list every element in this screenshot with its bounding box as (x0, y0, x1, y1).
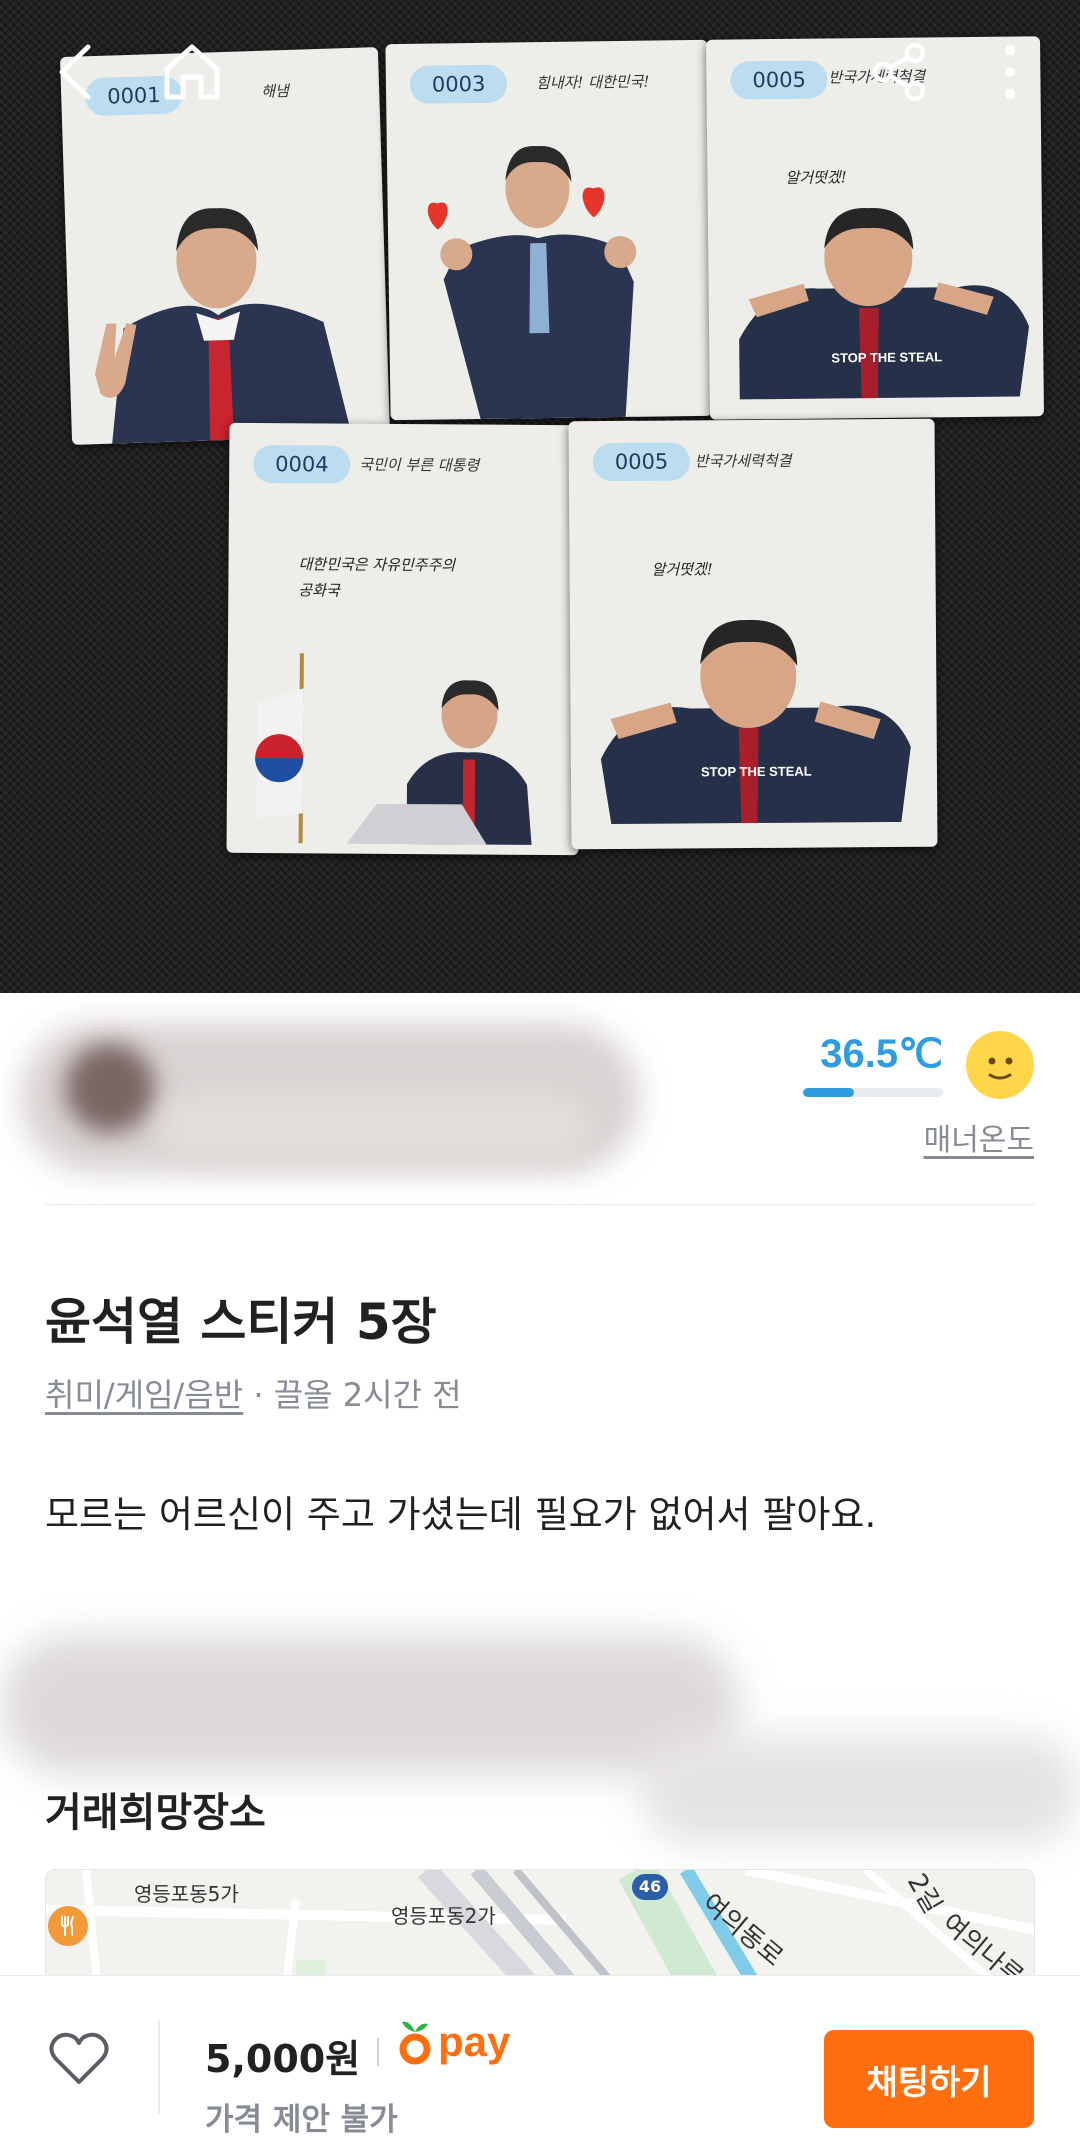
seller-profile[interactable]: 36.5℃ 매너온도 (0, 993, 1080, 1205)
sticker-code: 0005 (592, 442, 691, 482)
restaurant-icon (48, 1906, 88, 1946)
product-meta: 취미/게임/음반 · 끌올 2시간 전 (45, 1370, 462, 1416)
heart-icon (49, 2032, 109, 2084)
posted-time: · 끌올 2시간 전 (243, 1376, 462, 1414)
product-description: 모르는 어르신이 주고 가셨는데 필요가 없어서 팔아요. (45, 1493, 877, 1536)
like-button[interactable] (42, 2021, 116, 2095)
more-vertical-icon (1005, 45, 1015, 99)
category-link[interactable]: 취미/게임/음반 (45, 1376, 243, 1414)
home-icon (164, 44, 220, 100)
bottom-action-bar: 5,000원 pay 가격 제안 불가 채팅하기 (0, 1975, 1080, 2146)
manner-temperature-bar (803, 1088, 943, 1097)
sticker-code: 0003 (409, 64, 508, 104)
sticker-caption: 힘내자! 대한민국! (535, 72, 650, 93)
price: 5,000원 (205, 2037, 361, 2081)
sticker-slogan: STOP THE STEAL (831, 349, 943, 366)
route-badge: 46 (632, 1874, 668, 1900)
chevron-left-icon (59, 44, 91, 100)
pay-badge: pay (398, 2018, 510, 2066)
sticker-code: 0004 (253, 444, 351, 484)
manner-temperature-value: 36.5℃ (820, 1032, 943, 1076)
manner-temperature-fill (803, 1088, 855, 1097)
back-button[interactable] (40, 36, 112, 108)
home-button[interactable] (156, 36, 228, 108)
blurred-content (0, 1635, 740, 1775)
person-figure-icon (739, 208, 1030, 400)
sticker-quote: 알거떳겠! (785, 168, 847, 187)
blurred-content (640, 1735, 1080, 1845)
divider (377, 2038, 379, 2066)
blurred-seller-location (160, 1093, 590, 1163)
pay-label: pay (438, 2018, 511, 2065)
person-figure-icon (94, 208, 353, 444)
product-photo[interactable]: 0001 해냄 0003 힘내자! 대한민국! 0005 반국가세력척결 알거떳… (0, 0, 1080, 993)
divider (45, 1204, 1035, 1205)
person-figure-icon (255, 653, 532, 845)
divider (158, 2020, 160, 2115)
sticker-card: 0004 국민이 부른 대통령 대한민국은 자유민주주의 공화국 (226, 422, 582, 856)
negotiation-status: 가격 제안 불가 (205, 2102, 398, 2138)
product-title: 윤석열 스티커 5장 (45, 1293, 437, 1351)
manner-temperature-link[interactable]: 매너온도 (924, 1115, 1034, 1159)
sticker-quote: 알거떳겠! (651, 560, 713, 579)
sticker-slogan: STOP THE STEAL (700, 763, 812, 780)
chat-button[interactable]: 채팅하기 (824, 2030, 1034, 2128)
share-icon (872, 42, 926, 102)
person-figure-icon (427, 146, 637, 419)
sticker-card: 0005 반국가세력척결 알거떳겠! STOP THE STEAL (568, 418, 938, 850)
sticker-card: 0003 힘내자! 대한민국! (385, 39, 713, 421)
more-button[interactable] (982, 36, 1038, 108)
smile-face-icon (966, 1031, 1034, 1099)
person-figure-icon (600, 620, 911, 824)
sticker-quote: 대한민국은 자유민주주의 공화국 (298, 555, 456, 600)
map-label-area: 영등포동2가 (391, 1904, 496, 1928)
sticker-code: 0005 (730, 60, 829, 100)
share-button[interactable] (864, 36, 936, 108)
pay-logo-icon (399, 2021, 431, 2065)
meeting-place-heading: 거래희망장소 (45, 1790, 266, 1836)
sticker-caption: 해냄 (260, 81, 290, 101)
sticker-caption: 반국가세력척결 (694, 451, 792, 471)
sticker-caption: 국민이 부른 대통령 (359, 455, 480, 475)
avatar (65, 1043, 155, 1133)
map-label-area: 영등포동5가 (134, 1882, 239, 1906)
